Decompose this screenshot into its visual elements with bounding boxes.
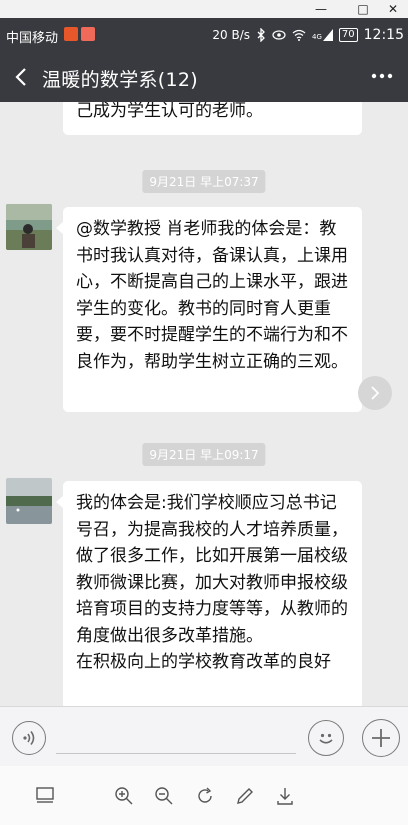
cell-signal-icon: 4G — [312, 29, 333, 41]
network-speed: 20 B/s — [212, 28, 251, 42]
timestamp-badge: 9月21日 早上07:37 — [142, 170, 266, 193]
avatar[interactable] — [6, 204, 52, 250]
voice-icon — [23, 731, 35, 745]
forward-button[interactable] — [358, 376, 392, 410]
maximize-button[interactable]: □ — [348, 0, 378, 18]
message-bubble[interactable]: 我的体会是:我们学校顺应习总书记号召，为提高我校的人才培养质量，做了很多工作，比… — [56, 481, 362, 706]
message-bubble[interactable]: @数学教授 肖老师我的体会是：教书时我认真对待，备课认真，上课用心，不断提高自己… — [56, 207, 362, 412]
close-window-button[interactable]: ✕ — [378, 0, 408, 18]
add-icon — [372, 729, 390, 747]
chat-messages[interactable]: 己成为学生认可的老师。 9月21日 早上07:37 @数学教授 肖老师我的体会是… — [0, 102, 408, 706]
battery-icon: 70 — [338, 28, 358, 42]
zoom-in-icon — [115, 787, 133, 805]
chevron-right-icon — [371, 386, 380, 400]
bluetooth-icon — [257, 28, 265, 42]
rotate-icon — [198, 787, 212, 803]
download-icon — [277, 788, 293, 805]
network-type-label: 4G — [312, 33, 322, 41]
chat-title: 温暖的数学系(12) — [42, 69, 199, 91]
message-bubble[interactable]: 己成为学生认可的老师。 — [63, 102, 362, 135]
rotate-button[interactable] — [193, 784, 217, 808]
more-icon — [371, 73, 393, 79]
status-right: 20 B/s 4G 70 12:15 — [212, 27, 404, 43]
chat-header: 温暖的数学系(12) — [0, 52, 408, 102]
edit-button[interactable] — [233, 784, 257, 808]
minimize-button[interactable]: — — [306, 0, 336, 18]
download-button[interactable] — [273, 784, 297, 808]
avatar[interactable] — [6, 478, 52, 524]
zoom-in-button[interactable] — [112, 784, 136, 808]
chevron-left-icon — [15, 68, 26, 86]
status-bar: 中国移动 20 B/s 4G 70 12:15 — [0, 18, 408, 52]
panel-icon — [36, 787, 54, 803]
emoji-button[interactable] — [308, 720, 344, 756]
back-button[interactable] — [10, 64, 32, 90]
window-titlebar: — □ ✕ — [0, 0, 408, 18]
voice-button[interactable] — [12, 721, 46, 755]
location-app-icon — [81, 27, 95, 41]
notification-app-icon — [64, 27, 78, 41]
eye-icon — [272, 30, 286, 40]
zoom-out-button[interactable] — [152, 784, 176, 808]
add-button[interactable] — [362, 719, 400, 757]
carrier-label: 中国移动 — [6, 31, 59, 46]
zoom-out-icon — [155, 787, 173, 805]
input-bar — [0, 706, 408, 766]
wifi-icon — [292, 29, 306, 41]
clock: 12:15 — [363, 27, 404, 43]
panel-button[interactable] — [33, 784, 57, 808]
timestamp-badge: 9月21日 早上09:17 — [142, 443, 266, 466]
message-input[interactable] — [56, 753, 296, 754]
viewer-toolbar — [0, 766, 408, 825]
emoji-icon — [319, 733, 333, 744]
edit-icon — [237, 788, 253, 804]
more-options-button[interactable] — [370, 62, 394, 92]
